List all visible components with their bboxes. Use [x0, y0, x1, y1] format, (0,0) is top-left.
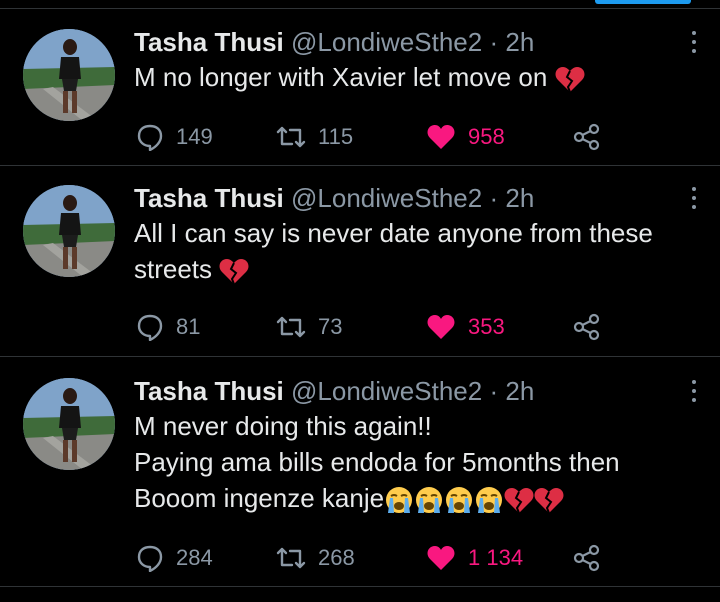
- broken-heart-emoji: [219, 259, 249, 285]
- retweet-count: 268: [318, 545, 355, 570]
- retweet-count: 73: [318, 314, 343, 339]
- loudly-crying-face-emoji: [446, 487, 473, 514]
- tweet[interactable]: Tasha Thusi @LondiweSthe2 · 2h M no long…: [0, 9, 720, 166]
- timestamp[interactable]: 2h: [505, 376, 534, 406]
- avatar-photo: [23, 29, 115, 121]
- tweet-actions: 284 268 1 134: [134, 542, 614, 574]
- retweet-icon: [276, 547, 306, 569]
- share-button[interactable]: [572, 311, 602, 343]
- tweet-text: All I can say is never date anyone from …: [134, 215, 700, 287]
- avatar-photo: [23, 185, 115, 277]
- tweet-text-line: Booom ingenze kanje: [134, 483, 385, 513]
- tweet-text: M no longer with Xavier let move on: [134, 59, 700, 95]
- like-count: 1 134: [468, 545, 524, 570]
- reply-count: 81: [176, 314, 201, 339]
- retweet-icon: [276, 316, 306, 338]
- like-count: 353: [468, 314, 505, 339]
- reply-count: 149: [176, 124, 213, 149]
- more-options-icon[interactable]: [688, 187, 700, 213]
- more-options-icon[interactable]: [688, 31, 700, 57]
- tweet-text: M never doing this again!! Paying ama bi…: [134, 408, 700, 516]
- like-count: 958: [468, 124, 505, 149]
- loudly-crying-face-emoji: [416, 487, 443, 514]
- avatar[interactable]: [23, 378, 115, 470]
- broken-heart-emoji: [504, 488, 534, 514]
- share-icon: [573, 544, 600, 572]
- user-handle[interactable]: @LondiweSthe2: [291, 376, 482, 406]
- reply-icon: [137, 314, 163, 341]
- tweet-header: Tasha Thusi @LondiweSthe2 · 2h: [134, 181, 700, 215]
- like-button[interactable]: 958: [426, 121, 505, 153]
- tweet-text-line: M never doing this again!!: [134, 411, 432, 441]
- reply-icon: [137, 124, 163, 151]
- loudly-crying-face-emoji: [476, 487, 503, 514]
- avatar[interactable]: [23, 185, 115, 277]
- timestamp[interactable]: 2h: [505, 27, 534, 57]
- tweet[interactable]: Tasha Thusi @LondiweSthe2 · 2h All I can…: [0, 166, 720, 357]
- reply-button[interactable]: 284: [136, 542, 213, 574]
- broken-heart-emoji: [534, 488, 564, 514]
- share-icon: [573, 123, 600, 151]
- retweet-count: 115: [318, 124, 354, 149]
- tweet-actions: 149 115 958: [134, 121, 614, 153]
- heart-icon: [427, 546, 455, 570]
- avatar[interactable]: [23, 29, 115, 121]
- active-tab-indicator: [595, 0, 691, 4]
- like-button[interactable]: 353: [426, 311, 505, 343]
- tweet-header: Tasha Thusi @LondiweSthe2 · 2h: [134, 374, 700, 408]
- heart-icon: [427, 125, 455, 149]
- retweet-icon: [276, 126, 306, 148]
- user-handle[interactable]: @LondiweSthe2: [291, 27, 482, 57]
- reply-button[interactable]: 81: [136, 311, 200, 343]
- heart-icon: [427, 315, 455, 339]
- reply-icon: [137, 545, 163, 572]
- tweet-text-line: Paying ama bills endoda for 5months then: [134, 447, 620, 477]
- like-button[interactable]: 1 134: [426, 542, 523, 574]
- retweet-button[interactable]: 73: [276, 311, 342, 343]
- separator: ·: [489, 27, 499, 57]
- more-options-icon[interactable]: [688, 380, 700, 406]
- tweet-text-line: M no longer with Xavier let move on: [134, 62, 548, 92]
- reply-count: 284: [176, 545, 213, 570]
- separator: ·: [489, 376, 499, 406]
- share-button[interactable]: [572, 121, 602, 153]
- user-handle[interactable]: @LondiweSthe2: [291, 183, 482, 213]
- display-name[interactable]: Tasha Thusi: [134, 183, 284, 213]
- tweet-header: Tasha Thusi @LondiweSthe2 · 2h: [134, 25, 700, 59]
- tweet-text-line: All I can say is never date anyone from …: [134, 218, 653, 248]
- broken-heart-emoji: [555, 67, 585, 93]
- share-icon: [573, 313, 600, 341]
- reply-button[interactable]: 149: [136, 121, 213, 153]
- tweet-text-line: streets: [134, 254, 213, 284]
- avatar-photo: [23, 378, 115, 470]
- loudly-crying-face-emoji: [386, 487, 413, 514]
- tweet-actions: 81 73 353: [134, 311, 614, 343]
- display-name[interactable]: Tasha Thusi: [134, 27, 284, 57]
- share-button[interactable]: [572, 542, 602, 574]
- separator: ·: [489, 183, 499, 213]
- timestamp[interactable]: 2h: [505, 183, 534, 213]
- tweet[interactable]: Tasha Thusi @LondiweSthe2 · 2h M never d…: [0, 357, 720, 587]
- retweet-button[interactable]: 115: [276, 121, 353, 153]
- display-name[interactable]: Tasha Thusi: [134, 376, 284, 406]
- retweet-button[interactable]: 268: [276, 542, 355, 574]
